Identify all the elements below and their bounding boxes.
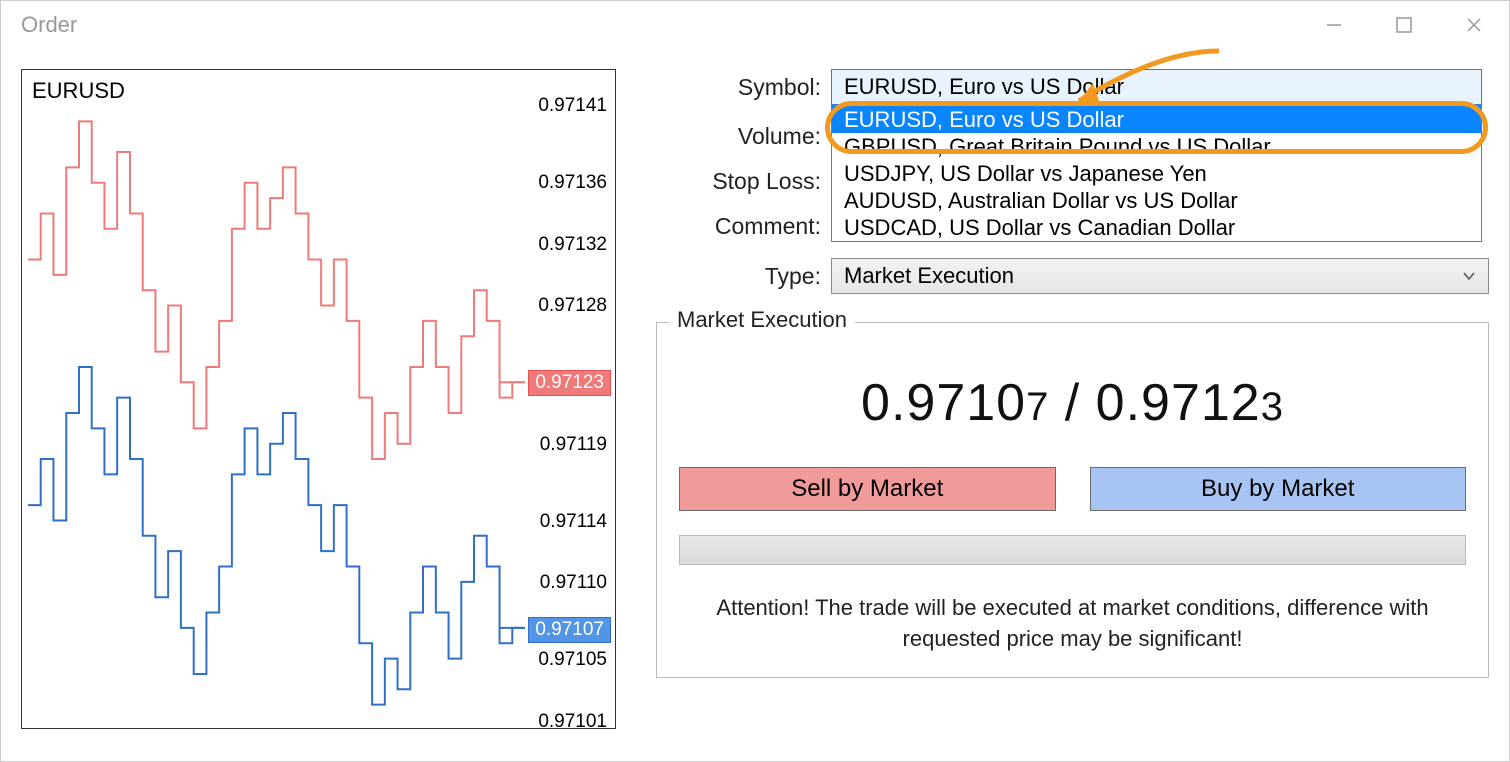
order-window: Order EURUSD 0.97141 0.97136 0.97132 0.9712… [0,0,1510,762]
type-select-value: Market Execution [844,263,1014,289]
symbol-select-value: EURUSD, Euro vs US Dollar [844,74,1124,100]
ask-price-tag: 0.97123 [528,370,611,396]
tick-chart: EURUSD 0.971410.971360.971320.971280.971… [21,69,616,729]
y-tick: 0.97110 [540,572,607,594]
symbol-option[interactable]: USDCAD, US Dollar vs Canadian Dollar [832,214,1481,241]
symbol-option[interactable]: GBPUSD, Great Britain Pound vs US Dollar [832,133,1481,160]
symbol-option[interactable]: USDJPY, US Dollar vs Japanese Yen [832,160,1481,187]
chevron-down-icon [1462,269,1476,283]
bid-price-tag: 0.97107 [528,617,611,643]
buy-by-market-button[interactable]: Buy by Market [1090,467,1467,511]
label-volume: Volume: [656,123,831,150]
close-button[interactable] [1439,1,1509,49]
symbol-option[interactable]: EURUSD, Euro vs US Dollar [832,106,1481,133]
window-title: Order [21,12,77,38]
y-tick: 0.97136 [538,172,607,194]
y-tick: 0.97132 [538,234,607,256]
ask-line [28,121,525,459]
symbol-dropdown-list: EURUSD, Euro vs US DollarGBPUSD, Great B… [831,105,1482,242]
y-axis: 0.97141 0.97136 0.97132 0.97128 0.97119 0.971… [531,70,615,728]
maximize-button[interactable] [1369,1,1439,49]
market-warning: Attention! The trade will be executed at… [679,593,1466,655]
titlebar: Order [1,1,1509,49]
ask-price-sub: 3 [1261,385,1284,429]
bid-ask-prices: 0.97107 / 0.97123 [679,373,1466,433]
y-tick: 0.97114 [540,511,607,533]
chart-body [28,106,525,720]
titlebar-buttons [1299,1,1509,49]
type-select[interactable]: Market Execution [831,258,1489,294]
ask-price-main: 0.9712 [1096,374,1261,432]
y-tick: 0.97128 [538,295,607,317]
label-comment: Comment: [656,213,831,240]
bid-line [28,367,525,705]
bid-price-sub: 7 [1026,385,1049,429]
group-legend: Market Execution [669,307,855,333]
market-execution-group: Market Execution 0.97107 / 0.97123 Sell … [656,322,1489,678]
bid-price-main: 0.9710 [861,374,1026,432]
order-form: Symbol: EURUSD, Euro vs US Dollar EURUSD… [616,69,1489,729]
y-tick: 0.97105 [538,649,607,671]
price-separator: / [1049,374,1095,432]
symbol-select[interactable]: EURUSD, Euro vs US Dollar [831,69,1482,105]
y-tick: 0.97101 [538,711,607,733]
label-stoploss: Stop Loss: [656,168,831,195]
label-symbol: Symbol: [656,74,831,101]
y-tick: 0.97141 [538,95,607,117]
sell-by-market-button[interactable]: Sell by Market [679,467,1056,511]
progress-bar [679,535,1466,565]
minimize-button[interactable] [1299,1,1369,49]
label-type: Type: [656,263,831,290]
y-tick: 0.97119 [540,434,607,456]
chart-symbol: EURUSD [32,78,125,104]
symbol-option[interactable]: AUDUSD, Australian Dollar vs US Dollar [832,187,1481,214]
